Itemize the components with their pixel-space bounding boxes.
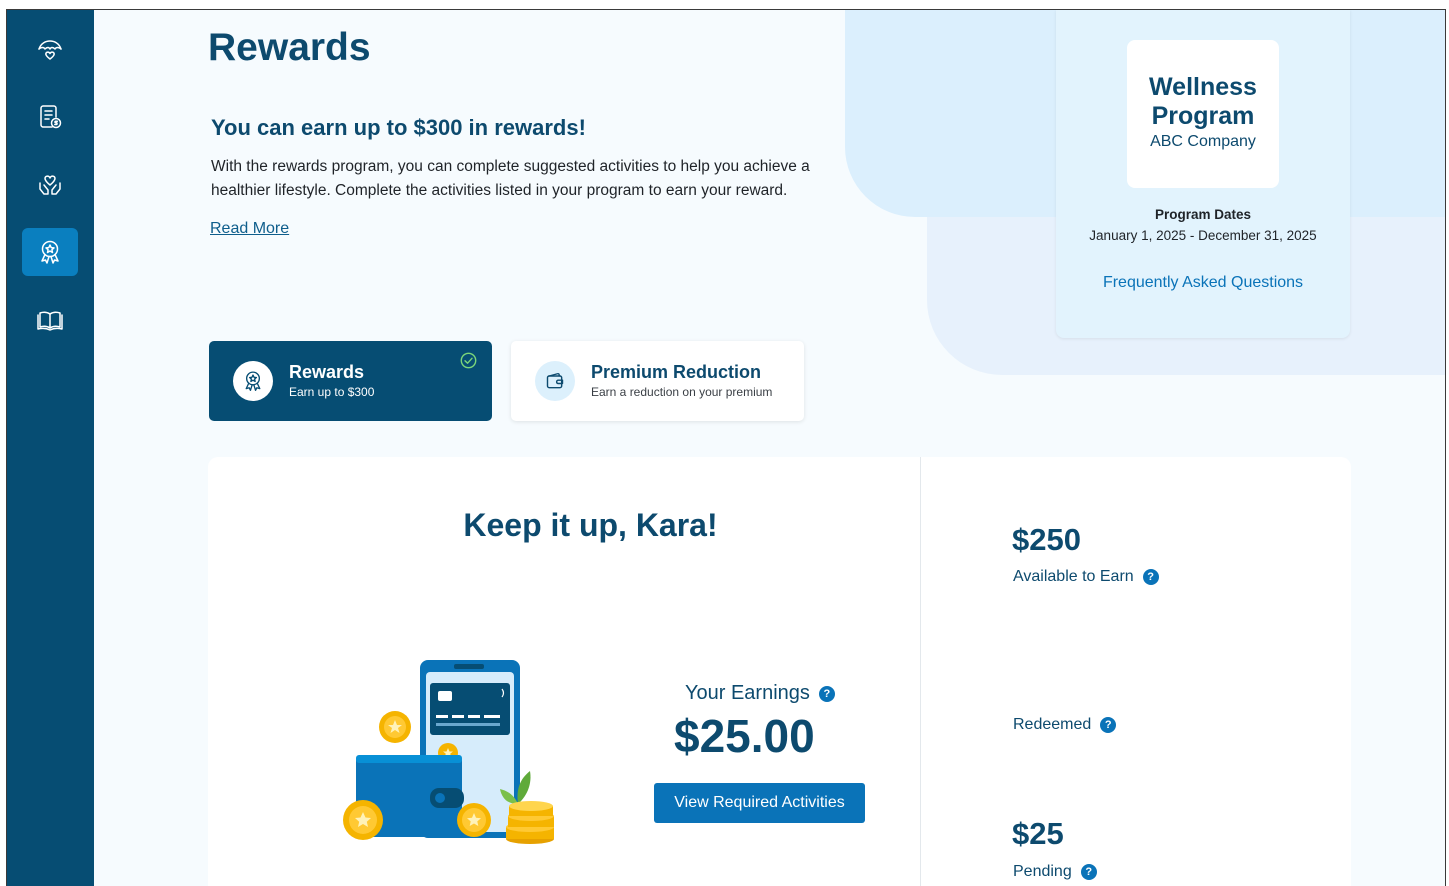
sidebar (7, 10, 94, 886)
tab-subtitle: Earn a reduction on your premium (591, 385, 773, 399)
help-icon[interactable]: ? (818, 685, 835, 702)
rewards-summary-card: Keep it up, Kara! Your Earnings ? $25.00… (208, 457, 1351, 886)
help-icon[interactable]: ? (1142, 569, 1159, 585)
pending-text: Pending (1013, 863, 1072, 880)
document-dollar-icon (40, 105, 62, 129)
wallet-phone-illustration (343, 660, 554, 844)
program-logo-company: ABC Company (1150, 133, 1256, 150)
your-earnings-label: Your Earnings ? (685, 682, 835, 705)
tab-title: Premium Reduction (591, 362, 762, 382)
pending-label: Pending ? (1013, 863, 1097, 881)
your-earnings-text: Your Earnings (685, 682, 810, 704)
program-logo: Wellness Program ABC Company (1127, 40, 1279, 188)
help-icon[interactable]: ? (1080, 864, 1097, 880)
available-to-earn-text: Available to Earn (1013, 568, 1134, 585)
umbrella-heart-icon (38, 40, 62, 60)
sidebar-item-rewards[interactable] (22, 228, 78, 276)
page-title: Rewards (208, 26, 371, 69)
sidebar-item-care-home[interactable] (22, 26, 78, 74)
open-book-icon (37, 311, 63, 331)
sidebar-item-claims[interactable] (22, 93, 78, 141)
app-window: Rewards You can earn up to $300 in rewar… (6, 9, 1446, 886)
program-info-card: Wellness Program ABC Company Program Dat… (1056, 10, 1350, 338)
help-icon[interactable]: ? (1100, 717, 1117, 733)
check-circle-icon (460, 352, 477, 369)
sidebar-item-library[interactable] (22, 296, 78, 344)
sidebar-item-wellness[interactable] (22, 161, 78, 209)
available-to-earn-label: Available to Earn ? (1013, 568, 1159, 586)
program-dates-label: Program Dates (1154, 207, 1252, 222)
redeemed-label: Redeemed ? (1013, 716, 1117, 734)
wallet-icon (546, 372, 564, 389)
tab-icon-container (535, 361, 575, 401)
redeemed-text: Redeemed (1013, 716, 1092, 733)
rewards-headline: You can earn up to $300 in rewards! (211, 115, 586, 140)
view-required-activities-button[interactable]: View Required Activities (654, 783, 865, 823)
greeting-heading: Keep it up, Kara! (463, 507, 718, 543)
tab-premium-reduction[interactable]: Premium Reduction Earn a reduction on yo… (511, 341, 804, 421)
program-dates-value: January 1, 2025 - December 31, 2025 (1089, 228, 1317, 243)
your-earnings-amount: $25.00 (674, 710, 815, 762)
award-ribbon-icon (245, 371, 261, 391)
tab-title: Rewards (289, 362, 365, 382)
tab-subtitle: Earn up to $300 (289, 385, 375, 399)
pending-amount: $25 (1012, 816, 1064, 851)
read-more-link[interactable]: Read More (210, 220, 289, 238)
tab-rewards[interactable]: Rewards Earn up to $300 (209, 341, 492, 421)
program-logo-title: Wellness Program (1149, 73, 1257, 130)
available-to-earn-amount: $250 (1012, 522, 1081, 557)
tab-icon-container (233, 361, 273, 401)
rewards-intro-text: With the rewards program, you can comple… (211, 158, 810, 199)
award-ribbon-icon (41, 240, 59, 264)
faq-link[interactable]: Frequently Asked Questions (1056, 274, 1350, 292)
hands-heart-icon (39, 175, 61, 195)
